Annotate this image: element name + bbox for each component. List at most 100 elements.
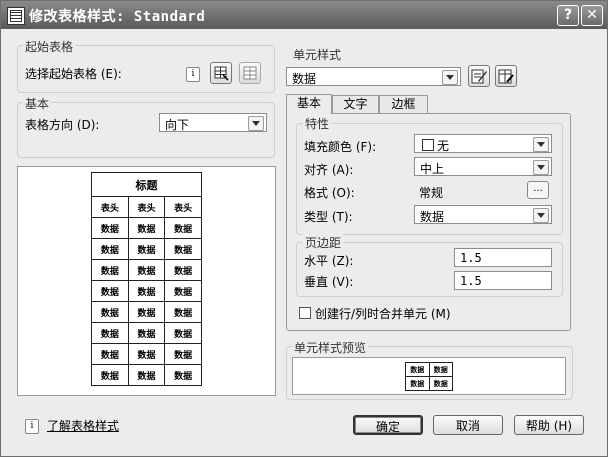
cell-style-value: 数据 bbox=[292, 72, 317, 86]
table-direction-select[interactable]: 向下 bbox=[159, 113, 267, 132]
learn-table-styles-link[interactable]: 了解表格样式 bbox=[47, 417, 119, 434]
preview-data-cell: 数据 bbox=[91, 217, 129, 239]
create-cell-style-icon bbox=[471, 69, 487, 84]
table-style-icon bbox=[7, 7, 25, 25]
info-icon[interactable]: i bbox=[186, 67, 200, 82]
dialog-window: 修改表格样式: Standard ? ✕ 起始表格 选择起始表格 (E): i … bbox=[0, 0, 608, 457]
merge-cells-checkbox[interactable] bbox=[299, 307, 311, 319]
general-group-label: 基本 bbox=[23, 95, 52, 112]
preview-data-row: 数据 数据 数据 bbox=[91, 259, 202, 281]
properties-group-label: 特性 bbox=[303, 115, 332, 132]
format-ellipsis-button[interactable]: ... bbox=[527, 181, 549, 199]
cancel-button[interactable]: 取消 bbox=[433, 415, 503, 435]
cell-preview-cell: 数据 bbox=[405, 362, 430, 377]
table-direction-value: 向下 bbox=[165, 118, 190, 132]
preview-data-row: 数据 数据 数据 bbox=[91, 301, 202, 323]
chevron-down-icon bbox=[533, 208, 549, 223]
close-icon[interactable]: ✕ bbox=[581, 5, 603, 26]
preview-data-row: 数据 数据 数据 bbox=[91, 280, 202, 302]
preview-data-row: 数据 数据 数据 bbox=[91, 217, 202, 239]
preview-data-cell: 数据 bbox=[164, 301, 202, 323]
cell-preview-group-label: 单元样式预览 bbox=[292, 339, 369, 356]
cell-style-group-label: 单元样式 bbox=[293, 48, 342, 62]
alignment-value: 中上 bbox=[420, 162, 445, 176]
horizontal-margin-input[interactable]: 1.5 bbox=[454, 248, 552, 267]
chevron-down-icon bbox=[533, 160, 549, 175]
preview-data-cell: 数据 bbox=[127, 238, 166, 260]
preview-data-cell: 数据 bbox=[164, 217, 202, 239]
preview-data-cell: 数据 bbox=[91, 343, 129, 365]
cell-preview-table: 数据 数据 数据 数据 bbox=[405, 362, 453, 391]
help-button[interactable]: 帮助 (H) bbox=[514, 415, 584, 435]
merge-cells-label: 创建行/列时合并单元 (M) bbox=[315, 307, 451, 321]
fill-color-label: 填充颜色 (F): bbox=[304, 140, 377, 154]
preview-data-cell: 数据 bbox=[91, 259, 129, 281]
manage-cell-style-icon bbox=[498, 69, 514, 84]
delete-table-icon bbox=[243, 66, 257, 80]
preview-data-cell: 数据 bbox=[127, 217, 166, 239]
vertical-margin-label: 垂直 (V): bbox=[304, 275, 354, 289]
margins-group-label: 页边距 bbox=[303, 234, 344, 251]
preview-data-cell: 数据 bbox=[164, 322, 202, 344]
cell-style-select[interactable]: 数据 bbox=[286, 67, 461, 86]
preview-data-cell: 数据 bbox=[127, 301, 166, 323]
type-value: 数据 bbox=[420, 210, 445, 224]
preview-header-cell: 表头 bbox=[91, 196, 129, 218]
select-table-button[interactable] bbox=[210, 62, 232, 84]
vertical-margin-input[interactable]: 1.5 bbox=[454, 271, 552, 290]
color-swatch-icon bbox=[422, 139, 434, 151]
delete-table-button[interactable] bbox=[239, 62, 261, 84]
horizontal-margin-label: 水平 (Z): bbox=[304, 254, 354, 268]
table-preview: 标题 表头 表头 表头 数据 数据 数据 数据 数据 数据 数据 数据 数据 数据 数据 数据 数据 数据… bbox=[17, 166, 276, 396]
preview-data-cell: 数据 bbox=[91, 364, 129, 386]
preview-data-cell: 数据 bbox=[164, 364, 202, 386]
chevron-down-icon bbox=[248, 116, 264, 131]
manage-cell-style-button[interactable] bbox=[495, 65, 517, 87]
tab-text[interactable]: 文字 bbox=[332, 95, 379, 113]
create-cell-style-button[interactable] bbox=[468, 65, 490, 87]
title-bar[interactable]: 修改表格样式: Standard ? ✕ bbox=[1, 1, 607, 29]
preview-table: 标题 表头 表头 表头 数据 数据 数据 数据 数据 数据 数据 数据 数据 数据 数据 数据 数据 数据… bbox=[91, 172, 202, 386]
info-icon: i bbox=[25, 419, 39, 434]
preview-data-cell: 数据 bbox=[127, 259, 166, 281]
preview-header-cell: 表头 bbox=[164, 196, 202, 218]
type-label: 类型 (T): bbox=[304, 210, 353, 224]
preview-data-row: 数据 数据 数据 bbox=[91, 364, 202, 386]
preview-data-cell: 数据 bbox=[164, 259, 202, 281]
select-starting-table-label: 选择起始表格 (E): bbox=[25, 67, 122, 81]
format-label: 格式 (O): bbox=[304, 186, 355, 200]
preview-data-cell: 数据 bbox=[91, 301, 129, 323]
fill-color-value: 无 bbox=[437, 139, 450, 153]
preview-data-cell: 数据 bbox=[164, 343, 202, 365]
preview-data-row: 数据 数据 数据 bbox=[91, 322, 202, 344]
format-value: 常规 bbox=[419, 186, 444, 200]
preview-data-cell: 数据 bbox=[127, 322, 166, 344]
chevron-down-icon bbox=[533, 137, 549, 152]
alignment-select[interactable]: 中上 bbox=[414, 157, 552, 176]
cell-preview-cell: 数据 bbox=[428, 376, 453, 391]
cell-preview-cell: 数据 bbox=[405, 376, 430, 391]
tab-general[interactable]: 基本 bbox=[286, 94, 332, 114]
cell-preview-box: 数据 数据 数据 数据 bbox=[292, 357, 566, 395]
preview-data-row: 数据 数据 数据 bbox=[91, 238, 202, 260]
preview-data-cell: 数据 bbox=[127, 364, 166, 386]
help-icon[interactable]: ? bbox=[557, 5, 579, 26]
table-direction-label: 表格方向 (D): bbox=[25, 118, 100, 132]
tab-borders[interactable]: 边框 bbox=[379, 95, 428, 113]
preview-data-cell: 数据 bbox=[127, 280, 166, 302]
preview-data-cell: 数据 bbox=[164, 280, 202, 302]
select-table-icon bbox=[214, 66, 229, 81]
ok-button[interactable]: 确定 bbox=[353, 415, 423, 435]
cell-preview-cell: 数据 bbox=[428, 362, 453, 377]
fill-color-select[interactable]: 无 bbox=[414, 134, 552, 153]
starting-table-group-label: 起始表格 bbox=[23, 38, 76, 55]
window-title: 修改表格样式: Standard bbox=[29, 9, 206, 25]
chevron-down-icon bbox=[442, 70, 458, 85]
preview-data-row: 数据 数据 数据 bbox=[91, 343, 202, 365]
type-select[interactable]: 数据 bbox=[414, 205, 552, 224]
preview-data-cell: 数据 bbox=[127, 343, 166, 365]
preview-header-cell: 表头 bbox=[127, 196, 166, 218]
preview-data-cell: 数据 bbox=[91, 280, 129, 302]
alignment-label: 对齐 (A): bbox=[304, 163, 354, 177]
preview-data-cell: 数据 bbox=[91, 322, 129, 344]
